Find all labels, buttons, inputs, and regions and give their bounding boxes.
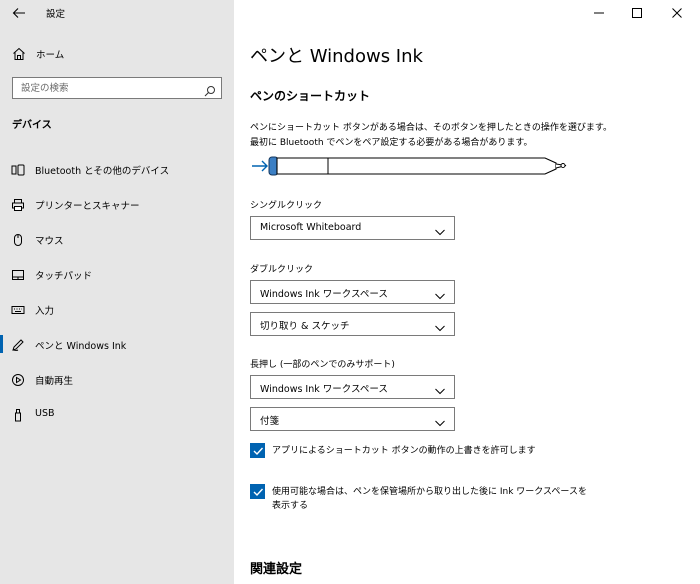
- maximize-icon[interactable]: [630, 5, 644, 19]
- window-controls: [560, 0, 700, 26]
- override-checkbox-row: アプリによるショートカット ボタンの動作の上書きを許可します: [250, 443, 650, 463]
- sidebar-item-touchpad[interactable]: タッチパッド: [0, 257, 234, 292]
- main-content: ペンと Windows Ink ペンのショートカット ペンにショートカット ボタ…: [234, 0, 700, 584]
- long-press-app-dropdown[interactable]: 付箋: [250, 407, 455, 431]
- section-heading: デバイス: [12, 120, 52, 131]
- long-press-label: 長押し (一部のペンでのみサポート): [250, 360, 395, 370]
- sidebar-item-pen[interactable]: ペンと Windows Ink: [0, 327, 234, 362]
- chevron-down-icon: [434, 414, 446, 427]
- sidebar-item-label: ペンと Windows Ink: [35, 341, 127, 352]
- back-arrow-icon[interactable]: [12, 5, 26, 19]
- sidebar-item-home[interactable]: ホーム: [0, 41, 234, 65]
- sidebar-item-printers[interactable]: プリンターとスキャナー: [0, 187, 234, 222]
- app-title: 設定: [46, 9, 66, 20]
- override-checkbox[interactable]: [250, 443, 265, 458]
- arrow-right-icon: [252, 160, 268, 172]
- sidebar-item-usb[interactable]: USB: [0, 397, 234, 432]
- double-click-app-dropdown[interactable]: 切り取り & スケッチ: [250, 312, 455, 336]
- workspace-checkbox-row: 使用可能な場合は、ペンを保管場所から取り出した後に Ink ワークスペースを表示…: [250, 484, 650, 516]
- long-press-dropdown[interactable]: Windows Ink ワークスペース: [250, 375, 455, 399]
- nav-list: Bluetooth とその他のデバイス プリンターとスキャナー マウス タッチパ…: [0, 152, 234, 432]
- search-input[interactable]: [13, 78, 198, 98]
- single-click-label: シングルクリック: [250, 201, 323, 211]
- workspace-checkbox[interactable]: [250, 484, 265, 499]
- close-icon[interactable]: [670, 5, 684, 19]
- chevron-down-icon: [434, 319, 446, 332]
- double-click-label: ダブルクリック: [250, 265, 314, 275]
- usb-icon: [11, 407, 25, 422]
- checkmark-icon: [253, 447, 264, 456]
- description-line: ペンにショートカット ボタンがある場合は、そのボタンを押したときの操作を選びます…: [250, 123, 612, 133]
- pen-icon: [11, 337, 25, 351]
- page-title: ペンと Windows Ink: [250, 46, 423, 67]
- printer-icon: [11, 197, 25, 211]
- chevron-down-icon: [434, 287, 446, 300]
- sidebar-item-label: 入力: [35, 306, 55, 317]
- touchpad-icon: [11, 267, 25, 281]
- sidebar-item-label: ホーム: [36, 50, 65, 61]
- sidebar-item-label: USB: [35, 408, 55, 419]
- chevron-down-icon: [434, 382, 446, 395]
- dropdown-value: Windows Ink ワークスペース: [260, 289, 388, 300]
- search-icon[interactable]: [204, 82, 216, 97]
- chevron-down-icon: [434, 223, 446, 236]
- dropdown-value: Microsoft Whiteboard: [260, 222, 362, 233]
- titlebar-left: 設定: [0, 0, 234, 26]
- sidebar: 設定 ホーム デバイス Bluetooth とその他のデバイス プリンターとスキ…: [0, 0, 234, 584]
- single-click-dropdown[interactable]: Microsoft Whiteboard: [250, 216, 455, 240]
- shortcut-heading: ペンのショートカット: [250, 89, 371, 103]
- keyboard-icon: [11, 302, 25, 316]
- dropdown-value: 切り取り & スケッチ: [260, 321, 350, 332]
- sidebar-item-typing[interactable]: 入力: [0, 292, 234, 327]
- bluetooth-devices-icon: [11, 162, 25, 176]
- sidebar-item-bluetooth[interactable]: Bluetooth とその他のデバイス: [0, 152, 234, 187]
- description-line: 最初に Bluetooth でペンをペア設定する必要がある場合があります。: [250, 138, 533, 148]
- shortcut-description: ペンにショートカット ボタンがある場合は、そのボタンを押したときの操作を選びます…: [250, 121, 612, 151]
- sidebar-item-label: マウス: [35, 236, 64, 247]
- pen-illustration: [250, 150, 570, 180]
- checkmark-icon: [253, 488, 264, 497]
- dropdown-value: Windows Ink ワークスペース: [260, 384, 388, 395]
- mouse-icon: [11, 232, 25, 246]
- checkbox-label: アプリによるショートカット ボタンの動作の上書きを許可します: [272, 446, 536, 456]
- sidebar-item-label: 自動再生: [35, 376, 74, 387]
- autoplay-icon: [11, 372, 25, 386]
- sidebar-item-label: プリンターとスキャナー: [35, 201, 140, 212]
- related-settings-heading: 関連設定: [250, 562, 303, 577]
- double-click-dropdown[interactable]: Windows Ink ワークスペース: [250, 280, 455, 304]
- checkbox-label: 使用可能な場合は、ペンを保管場所から取り出した後に Ink ワークスペースを表示…: [272, 487, 587, 511]
- dropdown-value: 付箋: [260, 416, 280, 427]
- search-box[interactable]: [12, 77, 222, 99]
- sidebar-item-mouse[interactable]: マウス: [0, 222, 234, 257]
- home-icon: [12, 46, 26, 60]
- sidebar-item-label: Bluetooth とその他のデバイス: [35, 166, 170, 177]
- sidebar-item-label: タッチパッド: [35, 271, 93, 282]
- sidebar-item-autoplay[interactable]: 自動再生: [0, 362, 234, 397]
- minimize-icon[interactable]: [592, 5, 606, 19]
